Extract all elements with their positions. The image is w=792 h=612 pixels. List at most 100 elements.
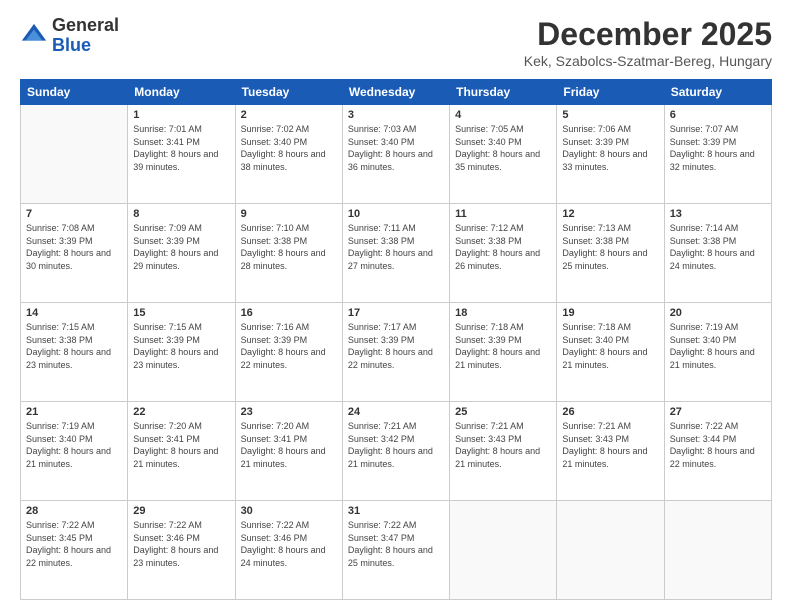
- day-info: Sunrise: 7:13 AMSunset: 3:38 PMDaylight:…: [562, 222, 658, 272]
- calendar-cell: 4 Sunrise: 7:05 AMSunset: 3:40 PMDaylight…: [450, 105, 557, 204]
- calendar-cell: 27Sunrise: 7:22 AMSunset: 3:44 PMDayligh…: [664, 402, 771, 501]
- calendar-cell: 1 Sunrise: 7:01 AMSunset: 3:41 PMDaylight…: [128, 105, 235, 204]
- day-info: Sunrise: 7:17 AMSunset: 3:39 PMDaylight:…: [348, 321, 444, 371]
- day-info: Sunrise: 7:21 AMSunset: 3:43 PMDaylight:…: [455, 420, 551, 470]
- calendar-cell: 31Sunrise: 7:22 AMSunset: 3:47 PMDayligh…: [342, 501, 449, 600]
- logo-icon: [20, 22, 48, 50]
- day-of-week-header: Tuesday: [235, 80, 342, 105]
- calendar-table: SundayMondayTuesdayWednesdayThursdayFrid…: [20, 79, 772, 600]
- calendar-cell: 7Sunrise: 7:08 AMSunset: 3:39 PMDaylight…: [21, 204, 128, 303]
- calendar-cell: 28Sunrise: 7:22 AMSunset: 3:45 PMDayligh…: [21, 501, 128, 600]
- day-info: Sunrise: 7:11 AMSunset: 3:38 PMDaylight:…: [348, 222, 444, 272]
- days-of-week-row: SundayMondayTuesdayWednesdayThursdayFrid…: [21, 80, 772, 105]
- calendar-cell: 29 Sunrise: 7:22 AMSunset: 3:46 PMDayligh…: [128, 501, 235, 600]
- day-of-week-header: Thursday: [450, 80, 557, 105]
- calendar-cell: 20 Sunrise: 7:19 AMSunset: 3:40 PMDayligh…: [664, 303, 771, 402]
- header: General Blue December 2025 Kek, Szabolcs…: [20, 16, 772, 69]
- logo-blue: Blue: [52, 36, 119, 56]
- day-number: 12: [562, 208, 658, 220]
- day-info: Sunrise: 7:20 AMSunset: 3:41 PMDaylight:…: [133, 420, 229, 470]
- calendar-cell: 19Sunrise: 7:18 AMSunset: 3:40 PMDayligh…: [557, 303, 664, 402]
- day-info: Sunrise: 7:08 AMSunset: 3:39 PMDaylight:…: [26, 222, 122, 272]
- day-number: 1: [133, 109, 229, 121]
- day-of-week-header: Wednesday: [342, 80, 449, 105]
- day-number: 24: [348, 406, 444, 418]
- day-number: 9: [241, 208, 337, 220]
- calendar-cell: 30Sunrise: 7:22 AMSunset: 3:46 PMDayligh…: [235, 501, 342, 600]
- calendar-body: 1 Sunrise: 7:01 AMSunset: 3:41 PMDaylight…: [21, 105, 772, 600]
- calendar-cell: 24 Sunrise: 7:21 AMSunset: 3:42 PMDayligh…: [342, 402, 449, 501]
- day-info: Sunrise: 7:16 AMSunset: 3:39 PMDaylight:…: [241, 321, 337, 371]
- calendar-cell: 18 Sunrise: 7:18 AMSunset: 3:39 PMDayligh…: [450, 303, 557, 402]
- day-info: Sunrise: 7:06 AMSunset: 3:39 PMDaylight:…: [562, 123, 658, 173]
- calendar-cell: [21, 105, 128, 204]
- day-number: 16: [241, 307, 337, 319]
- calendar-cell: [664, 501, 771, 600]
- day-of-week-header: Friday: [557, 80, 664, 105]
- day-info: Sunrise: 7:05 AMSunset: 3:40 PMDaylight:…: [455, 123, 551, 173]
- day-number: 14: [26, 307, 122, 319]
- calendar-cell: 12 Sunrise: 7:13 AMSunset: 3:38 PMDayligh…: [557, 204, 664, 303]
- calendar-title: December 2025: [524, 16, 772, 53]
- day-number: 11: [455, 208, 551, 220]
- calendar-cell: 13Sunrise: 7:14 AMSunset: 3:38 PMDayligh…: [664, 204, 771, 303]
- day-info: Sunrise: 7:21 AMSunset: 3:43 PMDaylight:…: [562, 420, 658, 470]
- day-info: Sunrise: 7:18 AMSunset: 3:39 PMDaylight:…: [455, 321, 551, 371]
- day-number: 25: [455, 406, 551, 418]
- page: General Blue December 2025 Kek, Szabolcs…: [0, 0, 792, 612]
- day-info: Sunrise: 7:10 AMSunset: 3:38 PMDaylight:…: [241, 222, 337, 272]
- day-number: 18: [455, 307, 551, 319]
- calendar-cell: 3 Sunrise: 7:03 AMSunset: 3:40 PMDaylight…: [342, 105, 449, 204]
- day-info: Sunrise: 7:22 AMSunset: 3:46 PMDaylight:…: [133, 519, 229, 569]
- day-of-week-header: Sunday: [21, 80, 128, 105]
- day-info: Sunrise: 7:15 AMSunset: 3:39 PMDaylight:…: [133, 321, 229, 371]
- logo: General Blue: [20, 16, 119, 56]
- day-number: 21: [26, 406, 122, 418]
- calendar-cell: [450, 501, 557, 600]
- day-info: Sunrise: 7:22 AMSunset: 3:46 PMDaylight:…: [241, 519, 337, 569]
- calendar-cell: 22 Sunrise: 7:20 AMSunset: 3:41 PMDayligh…: [128, 402, 235, 501]
- calendar-cell: 8Sunrise: 7:09 AMSunset: 3:39 PMDaylight…: [128, 204, 235, 303]
- calendar-cell: 9 Sunrise: 7:10 AMSunset: 3:38 PMDaylight…: [235, 204, 342, 303]
- calendar-cell: 11Sunrise: 7:12 AMSunset: 3:38 PMDayligh…: [450, 204, 557, 303]
- day-number: 20: [670, 307, 766, 319]
- calendar-subtitle: Kek, Szabolcs-Szatmar-Bereg, Hungary: [524, 53, 772, 69]
- day-info: Sunrise: 7:22 AMSunset: 3:47 PMDaylight:…: [348, 519, 444, 569]
- calendar-week-row: 28Sunrise: 7:22 AMSunset: 3:45 PMDayligh…: [21, 501, 772, 600]
- day-number: 6: [670, 109, 766, 121]
- day-number: 2: [241, 109, 337, 121]
- calendar-cell: 10Sunrise: 7:11 AMSunset: 3:38 PMDayligh…: [342, 204, 449, 303]
- day-number: 23: [241, 406, 337, 418]
- day-number: 4: [455, 109, 551, 121]
- day-of-week-header: Saturday: [664, 80, 771, 105]
- calendar-cell: 17Sunrise: 7:17 AMSunset: 3:39 PMDayligh…: [342, 303, 449, 402]
- calendar-cell: 14Sunrise: 7:15 AMSunset: 3:38 PMDayligh…: [21, 303, 128, 402]
- day-info: Sunrise: 7:20 AMSunset: 3:41 PMDaylight:…: [241, 420, 337, 470]
- day-info: Sunrise: 7:19 AMSunset: 3:40 PMDaylight:…: [26, 420, 122, 470]
- day-number: 19: [562, 307, 658, 319]
- calendar-header: SundayMondayTuesdayWednesdayThursdayFrid…: [21, 80, 772, 105]
- calendar-cell: [557, 501, 664, 600]
- day-info: Sunrise: 7:01 AMSunset: 3:41 PMDaylight:…: [133, 123, 229, 173]
- day-number: 15: [133, 307, 229, 319]
- day-info: Sunrise: 7:19 AMSunset: 3:40 PMDaylight:…: [670, 321, 766, 371]
- calendar-cell: 25 Sunrise: 7:21 AMSunset: 3:43 PMDayligh…: [450, 402, 557, 501]
- day-info: Sunrise: 7:14 AMSunset: 3:38 PMDaylight:…: [670, 222, 766, 272]
- day-info: Sunrise: 7:03 AMSunset: 3:40 PMDaylight:…: [348, 123, 444, 173]
- day-info: Sunrise: 7:09 AMSunset: 3:39 PMDaylight:…: [133, 222, 229, 272]
- logo-text: General Blue: [52, 16, 119, 56]
- calendar-cell: 6 Sunrise: 7:07 AMSunset: 3:39 PMDaylight…: [664, 105, 771, 204]
- calendar-week-row: 21 Sunrise: 7:19 AMSunset: 3:40 PMDayligh…: [21, 402, 772, 501]
- day-info: Sunrise: 7:02 AMSunset: 3:40 PMDaylight:…: [241, 123, 337, 173]
- day-number: 26: [562, 406, 658, 418]
- calendar-cell: 26 Sunrise: 7:21 AMSunset: 3:43 PMDayligh…: [557, 402, 664, 501]
- day-info: Sunrise: 7:22 AMSunset: 3:45 PMDaylight:…: [26, 519, 122, 569]
- day-number: 29: [133, 505, 229, 517]
- calendar-cell: 2 Sunrise: 7:02 AMSunset: 3:40 PMDaylight…: [235, 105, 342, 204]
- calendar: SundayMondayTuesdayWednesdayThursdayFrid…: [20, 79, 772, 600]
- day-number: 3: [348, 109, 444, 121]
- day-info: Sunrise: 7:21 AMSunset: 3:42 PMDaylight:…: [348, 420, 444, 470]
- day-number: 5: [562, 109, 658, 121]
- day-number: 22: [133, 406, 229, 418]
- day-info: Sunrise: 7:07 AMSunset: 3:39 PMDaylight:…: [670, 123, 766, 173]
